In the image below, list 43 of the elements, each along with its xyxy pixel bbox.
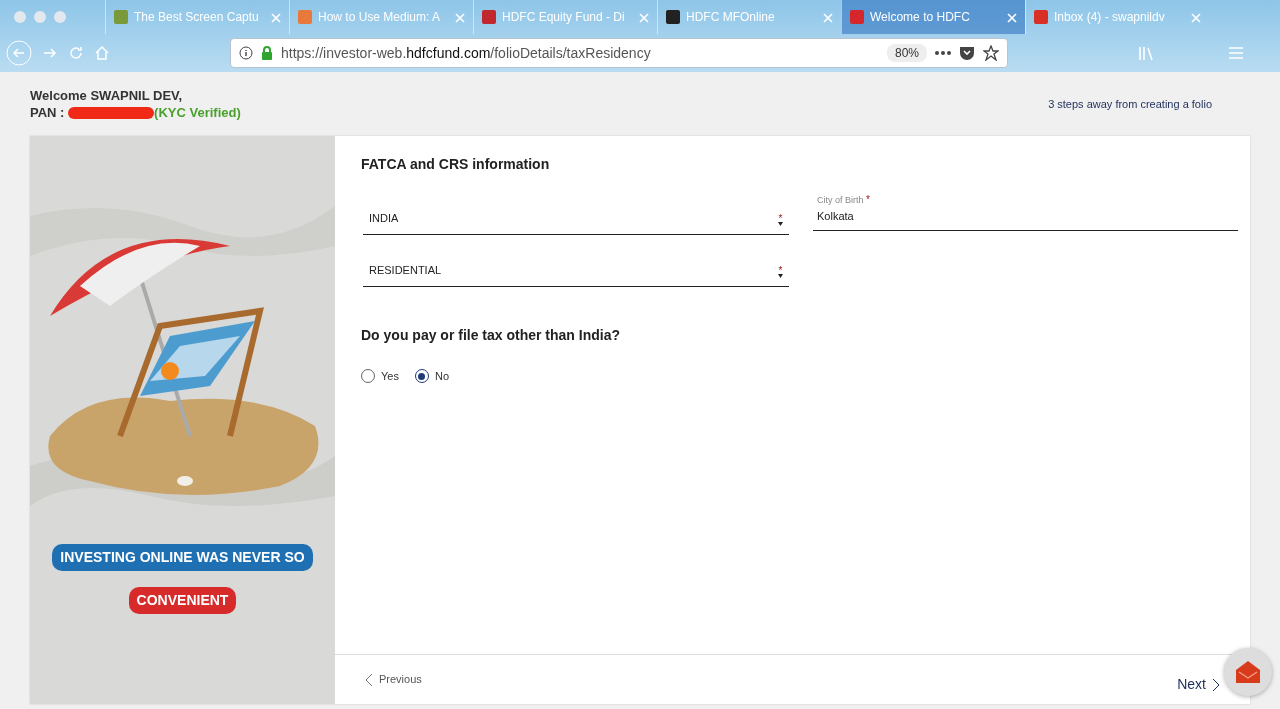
library-icon[interactable] — [1138, 45, 1156, 61]
lock-icon — [261, 46, 273, 60]
tab-title: HDFC Equity Fund - Di — [502, 9, 626, 26]
radio-option[interactable]: No — [414, 368, 449, 385]
window-close-control[interactable] — [14, 11, 26, 23]
window-minimize-control[interactable] — [34, 11, 46, 23]
mail-button[interactable] — [1224, 648, 1272, 696]
tab-title: Inbox (4) - swapnildv — [1054, 9, 1166, 26]
banner-headline: INVESTING ONLINE WAS NEVER SO — [52, 544, 313, 571]
chevron-left-icon — [365, 672, 373, 687]
steps-note: 3 steps away from creating a folio — [1048, 96, 1212, 112]
section-title: FATCA and CRS information — [361, 155, 551, 174]
text-field[interactable]: City of Birth * Kolkata — [813, 193, 1238, 231]
radio-option[interactable]: Yes — [361, 368, 399, 385]
previous-button[interactable]: Previous — [359, 670, 428, 689]
address-bar[interactable]: https://investor-web.hdfcfund.com/folioDetails/taxResidency 80% — [230, 38, 1008, 68]
home-icon[interactable] — [94, 45, 110, 61]
next-button[interactable]: Next — [1177, 674, 1220, 695]
question-text: Do you pay or file tax other than India? — [361, 326, 622, 345]
tab-title: HDFC MFOnline — [686, 9, 776, 26]
more-icon[interactable] — [935, 51, 951, 55]
info-icon[interactable] — [239, 46, 253, 60]
url-text: https://investor-web.hdfcfund.com/folioDetails/taxResidency — [281, 43, 651, 63]
reload-icon[interactable] — [68, 45, 84, 61]
welcome-text: Welcome SWAPNIL DEV, — [30, 87, 184, 104]
tab-title: The Best Screen Captu — [134, 9, 260, 26]
select-field[interactable]: INDIA * — [363, 193, 789, 235]
tab-title: Welcome to HDFC — [870, 9, 971, 26]
chevron-right-icon — [1212, 677, 1220, 692]
caret-icon — [778, 274, 783, 278]
envelope-icon — [1235, 660, 1261, 684]
star-icon[interactable] — [983, 45, 999, 61]
tab-title: How to Use Medium: A — [318, 9, 442, 26]
shield-icon[interactable] — [959, 45, 975, 61]
select-field[interactable]: RESIDENTIAL * — [363, 245, 789, 287]
back-icon[interactable] — [6, 40, 32, 66]
kyc-status: (KYC Verified) — [154, 104, 241, 121]
window-zoom-control[interactable] — [54, 11, 66, 23]
menu-icon[interactable] — [1228, 46, 1244, 60]
banner-tagline: CONVENIENT — [128, 587, 237, 614]
zoom-level[interactable]: 80% — [886, 44, 927, 62]
caret-icon — [778, 222, 783, 226]
pan-label: PAN : — [30, 104, 65, 121]
